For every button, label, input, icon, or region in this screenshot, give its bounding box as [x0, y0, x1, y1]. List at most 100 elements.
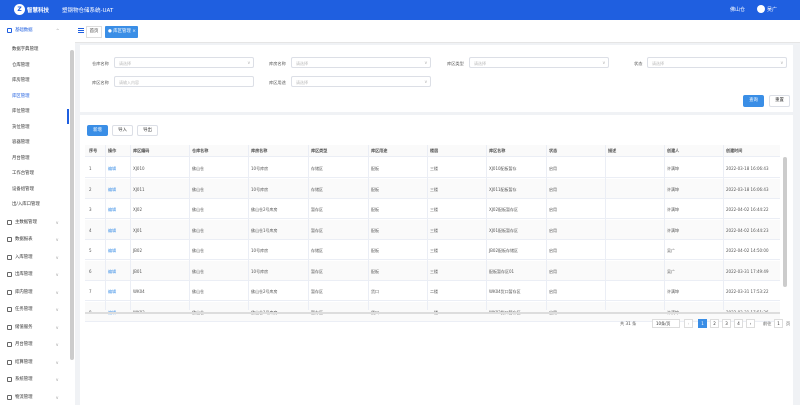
sidebar-item-house[interactable]: 库房管理: [12, 73, 68, 88]
zone-usage-select[interactable]: 请选择 v: [291, 76, 431, 87]
page-4-button[interactable]: 4: [734, 319, 743, 328]
pagination: 共 31 条 10条/页 ‹ 1 2 3 4 › 前往 1 页: [620, 319, 790, 331]
sidebar-group-dock[interactable]: 月台管理 v: [0, 337, 68, 352]
top-bar: Z 智慧科技 塑钢物仓储系统-UAT 佛山仓 吴广: [0, 0, 800, 20]
status-select[interactable]: 请选择 v: [647, 57, 787, 68]
sidebar-item-container[interactable]: 容器管理: [12, 135, 68, 150]
cell-creator: 吴广: [667, 268, 675, 274]
sidebar-group-system[interactable]: 系统管理 v: [0, 372, 68, 387]
sidebar-group-outbound[interactable]: 出库管理 v: [0, 267, 68, 282]
house-name-select[interactable]: 请选择 v: [291, 57, 431, 68]
sidebar-item-device-group[interactable]: 设备组管理: [12, 182, 68, 197]
cell-house-name: 10号库房: [251, 186, 269, 192]
sidebar-scrollbar[interactable]: [70, 50, 74, 360]
cell-status: 启用: [549, 207, 557, 212]
cell-zone-type: 存储区: [311, 186, 323, 192]
search-button[interactable]: 查询: [743, 95, 764, 107]
table-vertical-scrollbar[interactable]: [783, 157, 787, 287]
cell-warehouse-name: 佛山仓: [192, 166, 204, 171]
add-button[interactable]: 新增: [87, 125, 108, 136]
column-header-warehouse-name: 仓库名称: [192, 148, 209, 153]
edit-link[interactable]: 编辑: [108, 166, 116, 172]
chevron-down-icon: v: [247, 60, 250, 65]
sidebar-item-slot[interactable]: 货位管理: [12, 120, 68, 135]
cell-created-time: 2022-04-02 16:44:23: [726, 227, 769, 233]
export-button[interactable]: 导出: [137, 125, 158, 136]
table-horizontal-scrollbar[interactable]: [85, 312, 780, 314]
sidebar-group-inbound[interactable]: 入库管理 v: [0, 250, 68, 265]
cell-zone-name: 配板暂存区01: [489, 268, 515, 274]
cell-creator: 许满坤: [667, 289, 679, 294]
sidebar-group-settlement[interactable]: 结算管理 v: [0, 355, 68, 370]
column-divider: [546, 145, 547, 310]
chevron-down-icon: v: [56, 220, 59, 225]
edit-link[interactable]: 编辑: [108, 187, 116, 193]
tab-zone-label: 库区管理: [113, 29, 131, 34]
cell-status: 启用: [549, 186, 557, 192]
cell-warehouse-name: 佛山仓: [192, 207, 204, 212]
menu-toggle-icon[interactable]: [78, 28, 84, 33]
sidebar-item-gate[interactable]: 出/入库口管理: [12, 197, 68, 212]
column-divider: [189, 145, 190, 310]
task-icon: [7, 307, 12, 312]
cell-house-name: 佛山仓2号库房: [251, 289, 278, 294]
cell-zone-name: XJ010配板暂存: [489, 166, 517, 171]
cell-zone-usage: 配板: [371, 186, 379, 192]
import-button[interactable]: 导入: [112, 125, 133, 136]
cell-index: 1: [89, 166, 92, 171]
page-2-button[interactable]: 2: [710, 319, 719, 328]
inventory-icon: [7, 290, 12, 295]
edit-link[interactable]: 编辑: [108, 228, 116, 234]
sidebar-item-location[interactable]: 库位管理: [12, 104, 68, 119]
sidebar-group-reports[interactable]: 数据报表 v: [0, 232, 68, 247]
status-label: 状态: [634, 61, 643, 66]
cell-zone-code: WK04: [133, 289, 145, 294]
sidebar-item-dict[interactable]: 数据字典管理: [12, 42, 68, 57]
column-header-created-time: 创建时间: [726, 148, 743, 153]
page-size-select[interactable]: 10条/页: [652, 319, 680, 328]
sidebar-active-indicator: [67, 109, 69, 124]
prev-page-button[interactable]: ‹: [684, 319, 693, 328]
warehouse-name-select[interactable]: 请选择 v: [114, 57, 254, 68]
edit-link[interactable]: 编辑: [108, 207, 116, 213]
sidebar-group-task[interactable]: 任务管理 v: [0, 302, 68, 317]
cell-zone-type: 暂存区: [311, 289, 323, 294]
edit-link[interactable]: 编辑: [108, 248, 116, 254]
cell-created-time: 2022-03-31 17:49:49: [726, 268, 769, 274]
cell-created-time: 2022-04-02 14:50:00: [726, 248, 769, 253]
tab-home[interactable]: 首页: [86, 26, 102, 38]
cell-zone-usage: 配板: [371, 166, 379, 171]
zone-type-select[interactable]: 请选择 v: [469, 57, 609, 68]
chevron-down-icon: v: [602, 60, 605, 65]
cell-zone-code: JB01: [133, 268, 143, 274]
chevron-down-icon: v: [424, 60, 427, 65]
sidebar-item-dock[interactable]: 月台管理: [12, 151, 68, 166]
sidebar-group-inventory[interactable]: 库内管理 v: [0, 285, 68, 300]
next-page-button[interactable]: ›: [746, 319, 755, 328]
database-icon: [7, 28, 12, 33]
page-3-button[interactable]: 3: [722, 319, 731, 328]
sidebar-group-basic-data[interactable]: 基础数据 ^: [0, 23, 68, 38]
tab-zone-management[interactable]: ● 库区管理 ×: [105, 26, 138, 38]
cell-floor: 三楼: [430, 166, 438, 171]
edit-link[interactable]: 编辑: [108, 289, 116, 295]
column-divider: [368, 145, 369, 310]
cell-house-name: 佛山仓1号库房: [251, 227, 278, 233]
sidebar-item-zone[interactable]: 库区管理: [12, 89, 68, 104]
goto-page-input[interactable]: 1: [774, 319, 783, 328]
sidebar-group-master-data[interactable]: 主数据管理 v: [0, 215, 68, 230]
cell-zone-usage: 货口: [371, 289, 379, 294]
avatar[interactable]: [757, 5, 765, 13]
cell-status: 启用: [549, 227, 557, 233]
warehouse-selector[interactable]: 佛山仓: [730, 6, 745, 13]
sidebar-group-storage[interactable]: 储值服务 v: [0, 320, 68, 335]
sidebar-item-warehouse[interactable]: 仓库管理: [12, 58, 68, 73]
reset-button[interactable]: 重置: [769, 95, 790, 107]
sidebar-item-workbench[interactable]: 工作台管理: [12, 166, 68, 181]
sidebar-group-logistics[interactable]: 物流管理 v: [0, 390, 68, 405]
page-1-button[interactable]: 1: [698, 319, 707, 328]
username[interactable]: 吴广: [767, 6, 777, 13]
zone-name-input[interactable]: 请输入内容: [114, 76, 254, 87]
edit-link[interactable]: 编辑: [108, 269, 116, 275]
cell-warehouse-name: 佛山仓: [192, 248, 204, 253]
